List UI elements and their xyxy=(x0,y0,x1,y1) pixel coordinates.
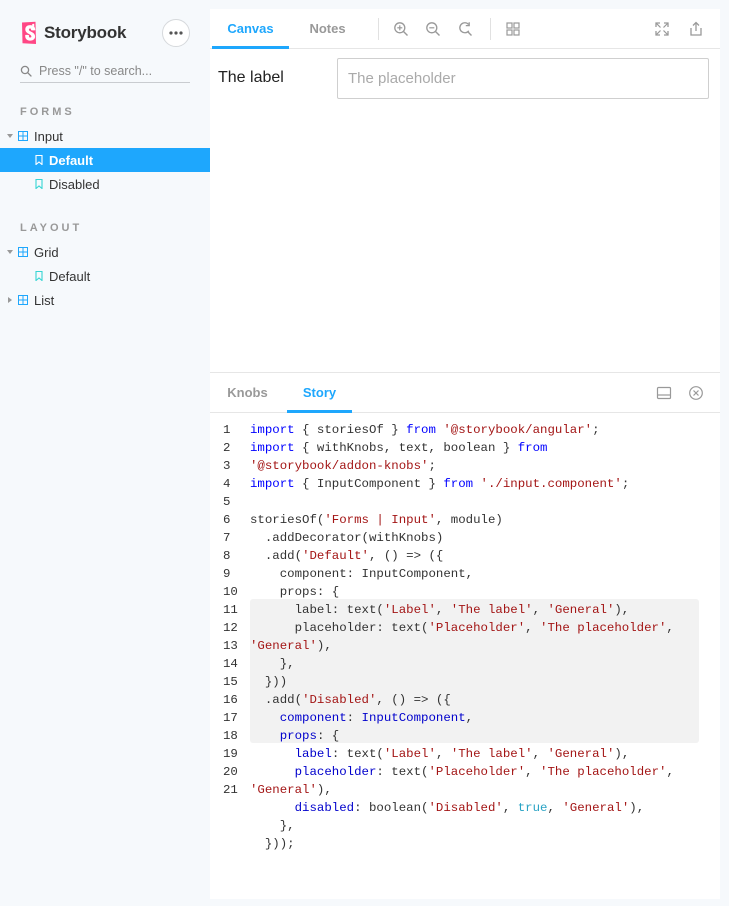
tab-notes[interactable]: Notes xyxy=(289,9,366,49)
tree-item-grid[interactable]: Grid xyxy=(0,240,210,264)
chevron-right-icon xyxy=(8,297,12,303)
code-line: props: { xyxy=(250,585,340,599)
addons-toolbar: Knobs Story xyxy=(210,373,720,413)
code-line: 'General'), xyxy=(250,783,332,797)
zoom-reset-icon[interactable] xyxy=(457,21,473,37)
panel-position-icon[interactable] xyxy=(656,385,672,401)
line-number: 15 xyxy=(223,675,238,689)
tree-item-label: Grid xyxy=(34,244,59,260)
brand-name: Storybook xyxy=(44,23,127,42)
component-label: The label xyxy=(218,69,284,86)
zoom-in-icon[interactable] xyxy=(393,21,409,37)
tree-item-list[interactable]: List xyxy=(0,288,210,312)
tab-story[interactable]: Story xyxy=(287,373,352,413)
preview-toolbar: Canvas Notes xyxy=(210,9,720,49)
code-line: .add('Default', () => ({ xyxy=(250,549,444,563)
fullscreen-icon[interactable] xyxy=(654,21,670,37)
tree-item-label: Disabled xyxy=(49,176,100,192)
component-text-input[interactable] xyxy=(337,58,709,99)
line-number: 10 xyxy=(223,585,238,599)
code-line: props: { xyxy=(279,729,340,743)
line-number: 8 xyxy=(223,549,231,563)
line-number: 5 xyxy=(223,495,231,509)
toolbar-divider xyxy=(378,18,379,40)
line-number: 19 xyxy=(223,747,238,761)
grid-background-icon[interactable] xyxy=(505,21,521,37)
brand[interactable]: Storybook xyxy=(20,21,126,45)
line-number: 6 xyxy=(223,513,231,527)
tree-item-label: List xyxy=(34,292,55,308)
code-line: })) xyxy=(250,675,288,689)
line-number: 21 xyxy=(223,783,238,797)
code-line: import { storiesOf } from '@storybook/an… xyxy=(250,423,600,437)
component-icon xyxy=(18,247,28,257)
section-title-forms: FORMS xyxy=(20,106,75,118)
code-line: placeholder: text('Placeholder', 'The pl… xyxy=(250,621,674,635)
code-line: storiesOf('Forms | Input', module) xyxy=(250,513,503,527)
search-icon xyxy=(20,65,32,77)
bookmark-icon xyxy=(35,155,43,165)
tab-canvas[interactable]: Canvas xyxy=(212,9,289,49)
tree-item-grid-default[interactable]: Default xyxy=(0,264,210,288)
code-line: .addDecorator(withKnobs) xyxy=(250,531,444,545)
code-line: }, xyxy=(250,657,295,671)
line-number: 18 xyxy=(223,729,238,743)
line-number: 12 xyxy=(223,621,238,635)
code-line: }, xyxy=(250,819,295,833)
tree-item-label: Default xyxy=(49,268,91,284)
sidebar: Storybook FORMS Input Default Disabled L… xyxy=(0,0,210,906)
preview-panel: Canvas Notes The label xyxy=(210,9,720,372)
tree-item-label: Default xyxy=(49,152,94,168)
code-line: })); xyxy=(250,837,295,851)
code-line: import { withKnobs, text, boolean } from xyxy=(250,441,548,455)
line-number: 9 xyxy=(223,567,231,581)
line-number: 20 xyxy=(223,765,238,779)
chevron-down-icon xyxy=(7,134,13,138)
zoom-out-icon[interactable] xyxy=(425,21,441,37)
tree-item-input-default[interactable]: Default xyxy=(0,148,210,172)
bookmark-icon xyxy=(35,179,43,189)
code-line: component: InputComponent, xyxy=(279,711,474,725)
close-icon[interactable] xyxy=(688,385,704,401)
line-number: 14 xyxy=(223,657,238,671)
line-number: 4 xyxy=(223,477,231,491)
code-line: '@storybook/addon-knobs'; xyxy=(250,459,436,473)
tab-knobs[interactable]: Knobs xyxy=(212,373,283,413)
code-line: import { InputComponent } from './input.… xyxy=(250,477,630,491)
code-line: .add('Disabled', () => ({ xyxy=(250,693,451,707)
ellipsis-icon xyxy=(169,31,183,35)
bookmark-icon xyxy=(35,271,43,281)
addons-panel: Knobs Story 1 2 3 4 5 6 7 8 9 10 11 12 1… xyxy=(210,372,720,899)
code-line: disabled: boolean('Disabled', true, 'Gen… xyxy=(294,801,645,815)
code-line: 'General'), xyxy=(250,639,332,653)
line-number: 16 xyxy=(223,693,238,707)
toolbar-divider xyxy=(490,18,491,40)
line-number: 3 xyxy=(223,459,231,473)
code-line: label: text('Label', 'The label', 'Gener… xyxy=(250,603,630,617)
component-icon xyxy=(18,131,28,141)
tree-item-input[interactable]: Input xyxy=(0,124,210,148)
code-line: placeholder: text('Placeholder', 'The pl… xyxy=(294,765,674,779)
section-title-layout: LAYOUT xyxy=(20,222,83,234)
line-number: 13 xyxy=(223,639,238,653)
chevron-down-icon xyxy=(7,250,13,254)
search-input[interactable] xyxy=(39,64,189,78)
component-icon xyxy=(18,295,28,305)
line-number: 11 xyxy=(223,603,238,617)
search-box xyxy=(20,60,190,83)
share-icon[interactable] xyxy=(688,21,704,37)
code-line: component: InputComponent, xyxy=(250,567,474,581)
line-number: 7 xyxy=(223,531,231,545)
storybook-logo-icon xyxy=(22,21,36,44)
tree-item-input-disabled[interactable]: Disabled xyxy=(0,172,210,196)
line-number: 1 xyxy=(223,423,231,437)
line-number: 17 xyxy=(223,711,238,725)
code-line: label: text('Label', 'The label', 'Gener… xyxy=(294,747,630,761)
line-number: 2 xyxy=(223,441,231,455)
more-options-button[interactable] xyxy=(162,19,190,47)
tree-item-label: Input xyxy=(34,128,63,144)
